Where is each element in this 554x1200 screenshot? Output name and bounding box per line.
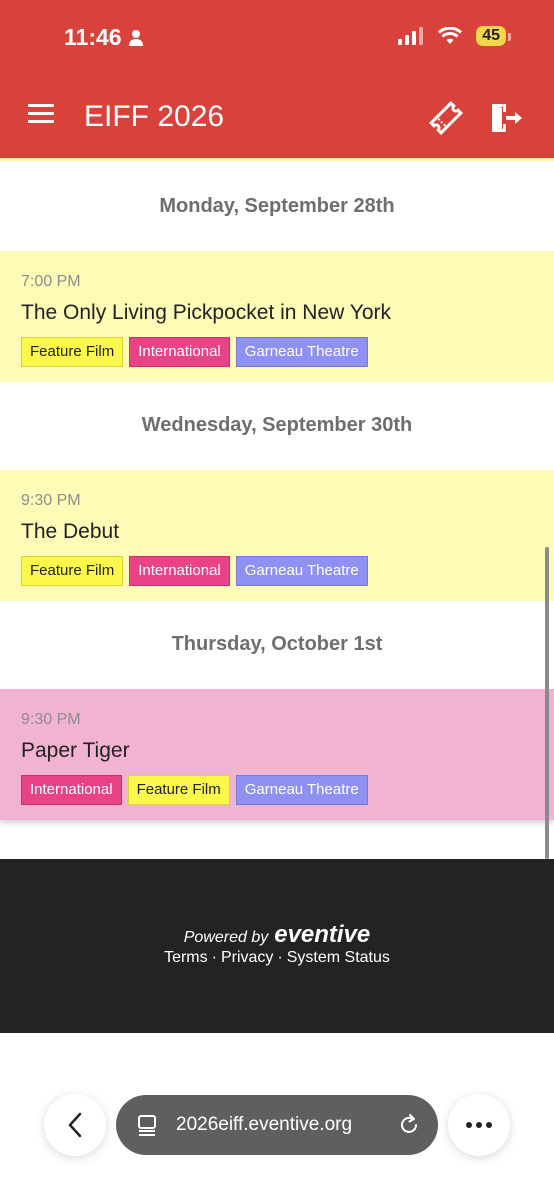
hamburger-icon bbox=[28, 104, 54, 123]
app-bar: EIFF 2026 bbox=[0, 76, 554, 158]
event-tags: Feature Film International Garneau Theat… bbox=[21, 337, 368, 367]
wifi-icon bbox=[438, 27, 463, 44]
ticket-icon bbox=[429, 101, 463, 135]
event-title: The Only Living Pickpocket in New York bbox=[21, 301, 392, 324]
app-title: EIFF 2026 bbox=[84, 100, 225, 133]
event-card[interactable]: 9:30 PM The Debut Feature Film Internati… bbox=[0, 470, 554, 601]
logout-icon bbox=[492, 104, 522, 132]
footer: Powered by eventive Terms · Privacy · Sy… bbox=[0, 859, 554, 1033]
tag-feature-film[interactable]: Feature Film bbox=[21, 556, 124, 586]
battery-indicator: 45 bbox=[476, 26, 511, 46]
tag-feature-film[interactable]: Feature Film bbox=[127, 775, 230, 805]
tag-venue[interactable]: Garneau Theatre bbox=[235, 337, 368, 367]
event-time: 7:00 PM bbox=[21, 273, 81, 290]
address-bar[interactable]: 2026eiff.eventive.org bbox=[116, 1095, 438, 1155]
event-tags: International Feature Film Garneau Theat… bbox=[21, 775, 368, 805]
event-card[interactable]: 7:00 PM The Only Living Pickpocket in Ne… bbox=[0, 251, 554, 382]
clock-text: 11:46 bbox=[64, 24, 122, 50]
event-title: The Debut bbox=[21, 520, 120, 543]
footer-links: Terms · Privacy · System Status bbox=[0, 949, 554, 967]
reader-icon bbox=[138, 1115, 156, 1136]
url-text: 2026eiff.eventive.org bbox=[176, 1114, 353, 1135]
tag-venue[interactable]: Garneau Theatre bbox=[235, 775, 368, 805]
link-separator: · bbox=[277, 949, 283, 966]
event-tags: Feature Film International Garneau Theat… bbox=[21, 556, 368, 586]
more-options-button[interactable] bbox=[448, 1094, 510, 1156]
cellular-signal-icon bbox=[398, 27, 424, 45]
powered-by-label: Powered by bbox=[183, 929, 269, 946]
person-icon bbox=[128, 29, 143, 46]
menu-button[interactable] bbox=[28, 104, 54, 130]
back-button[interactable] bbox=[44, 1094, 106, 1156]
tag-feature-film[interactable]: Feature Film bbox=[21, 337, 124, 367]
day-heading: Thursday, October 1st bbox=[171, 633, 383, 655]
browser-toolbar: 2026eiff.eventive.org bbox=[0, 1080, 554, 1200]
tag-international[interactable]: International bbox=[21, 775, 122, 805]
powered-by: Powered by eventive bbox=[0, 921, 554, 949]
terms-link[interactable]: Terms bbox=[164, 949, 208, 967]
event-title: Paper Tiger bbox=[21, 739, 130, 762]
status-indicators: 45 bbox=[398, 26, 511, 46]
tickets-button[interactable] bbox=[426, 100, 466, 136]
system-status-link[interactable]: System Status bbox=[287, 949, 390, 967]
eventive-logo[interactable]: eventive bbox=[274, 921, 370, 949]
tag-venue[interactable]: Garneau Theatre bbox=[235, 556, 368, 586]
status-bar: 11:46 45 bbox=[0, 0, 554, 76]
event-time: 9:30 PM bbox=[21, 711, 81, 728]
day-heading: Wednesday, September 30th bbox=[141, 414, 413, 436]
more-dots-icon bbox=[466, 1122, 492, 1128]
tag-international[interactable]: International bbox=[129, 337, 230, 367]
reload-icon[interactable] bbox=[398, 1114, 420, 1136]
logout-button[interactable] bbox=[488, 100, 524, 136]
day-heading: Monday, September 28th bbox=[159, 195, 395, 217]
chevron-left-icon bbox=[68, 1112, 82, 1138]
link-separator: · bbox=[211, 949, 217, 966]
event-time: 9:30 PM bbox=[21, 492, 81, 509]
event-card[interactable]: 9:30 PM Paper Tiger International Featur… bbox=[0, 689, 554, 820]
privacy-link[interactable]: Privacy bbox=[221, 949, 273, 967]
scrollbar[interactable] bbox=[545, 547, 549, 859]
tag-international[interactable]: International bbox=[129, 556, 230, 586]
status-time: 11:46 bbox=[64, 24, 144, 51]
app-bar-divider bbox=[0, 158, 554, 161]
